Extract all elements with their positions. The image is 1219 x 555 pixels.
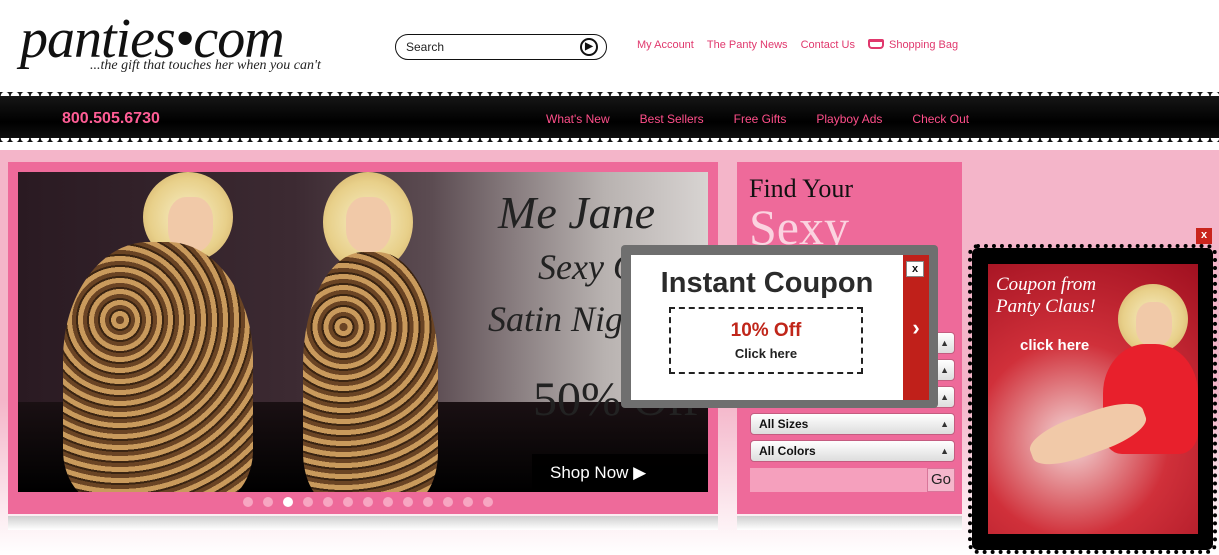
carousel-dot[interactable] (323, 497, 333, 507)
color-select-value: All Colors (759, 444, 816, 458)
main-nav-bar: 800.505.6730 What's New Best Sellers Fre… (0, 88, 1219, 142)
finder-shadow (737, 516, 962, 530)
nav-best-sellers[interactable]: Best Sellers (640, 112, 704, 126)
hero-subline-2: Satin Nigh (488, 299, 642, 339)
carousel-dot[interactable] (443, 497, 453, 507)
coupon-offer: 10% Off (730, 320, 802, 341)
finder-go-button[interactable]: Go (927, 468, 955, 492)
nav-check-out[interactable]: Check Out (912, 112, 969, 126)
shop-now-button[interactable]: Shop Now ▶ (532, 454, 708, 492)
shopping-bag-icon (867, 39, 884, 49)
search-input[interactable] (406, 39, 566, 55)
carousel-dot[interactable] (383, 497, 393, 507)
logo-tagline: ...the gift that touches her when you ca… (90, 58, 321, 73)
ad-headline: Coupon from Panty Claus! (996, 274, 1096, 318)
ad-model-face (1136, 302, 1172, 346)
carousel-dots (243, 497, 493, 507)
carousel-dot[interactable] (403, 497, 413, 507)
size-select[interactable]: All Sizes ▲ (750, 413, 955, 435)
ad-headline-line-1: Coupon from (996, 274, 1097, 295)
nav-whats-new[interactable]: What's New (546, 112, 610, 126)
coupon-title: Instant Coupon (660, 267, 874, 299)
carousel-dot[interactable] (423, 497, 433, 507)
search-box: ▶ (395, 34, 607, 60)
instant-coupon-popup: Instant Coupon 10% Off Click here x › (621, 245, 938, 408)
coupon-body: Instant Coupon 10% Off Click here (631, 255, 903, 400)
hero-shadow (8, 516, 718, 530)
phone-number: 800.505.6730 (62, 110, 160, 127)
search-go-icon[interactable]: ▶ (580, 38, 598, 56)
contact-us-link[interactable]: Contact Us (801, 39, 855, 51)
my-account-link[interactable]: My Account (637, 39, 694, 51)
account-links: My Account The Panty News Contact Us Sho… (637, 39, 958, 51)
finder-keyword-field[interactable] (750, 468, 927, 492)
carousel-dot-active[interactable] (283, 497, 293, 507)
hero-headline: Me Jane (498, 187, 656, 238)
coupon-expand-chevron-icon[interactable]: › (903, 315, 929, 341)
select-arrows-icon: ▲ (940, 365, 949, 375)
coupon-close-button[interactable]: x (906, 261, 924, 277)
shopping-bag-label: Shopping Bag (888, 39, 959, 51)
panty-news-link[interactable]: The Panty News (707, 39, 788, 51)
ad-headline-line-2: Panty Claus! (996, 296, 1096, 317)
logo[interactable]: panties•com ...the gift that touches her… (12, 8, 372, 78)
select-arrows-icon: ▲ (940, 446, 949, 456)
coupon-click-here[interactable]: Click here (671, 346, 861, 361)
coupon-offer-box[interactable]: 10% Off Click here (669, 307, 863, 374)
model-right-gown (303, 252, 438, 492)
carousel-dot[interactable] (363, 497, 373, 507)
model-right-face (346, 197, 391, 252)
select-arrows-icon: ▲ (940, 419, 949, 429)
carousel-dot[interactable] (243, 497, 253, 507)
nav-free-gifts[interactable]: Free Gifts (734, 112, 787, 126)
main-nav-links: What's New Best Sellers Free Gifts Playb… (546, 112, 969, 126)
ad-click-here[interactable]: click here (1020, 337, 1089, 354)
model-left-gown (63, 242, 253, 492)
ad-close-button[interactable]: x (1196, 228, 1212, 244)
nav-playboy-ads[interactable]: Playboy Ads (816, 112, 882, 126)
select-arrows-icon: ▲ (940, 392, 949, 402)
ad-model-legs (1024, 394, 1152, 474)
carousel-dot[interactable] (303, 497, 313, 507)
color-select[interactable]: All Colors ▲ (750, 440, 955, 462)
carousel-dot[interactable] (483, 497, 493, 507)
select-arrows-icon: ▲ (940, 338, 949, 348)
panty-claus-ad[interactable]: Coupon from Panty Claus! click here (988, 264, 1198, 534)
size-select-value: All Sizes (759, 417, 809, 431)
carousel-dot[interactable] (263, 497, 273, 507)
hero-banner[interactable]: Me Jane Sexy C Satin Nigh 50% Off Shop N… (18, 172, 708, 492)
shopping-bag-link[interactable]: Shopping Bag (867, 39, 959, 51)
carousel-dot[interactable] (463, 497, 473, 507)
coupon-side-tab[interactable]: x › (903, 255, 929, 400)
carousel-dot[interactable] (343, 497, 353, 507)
